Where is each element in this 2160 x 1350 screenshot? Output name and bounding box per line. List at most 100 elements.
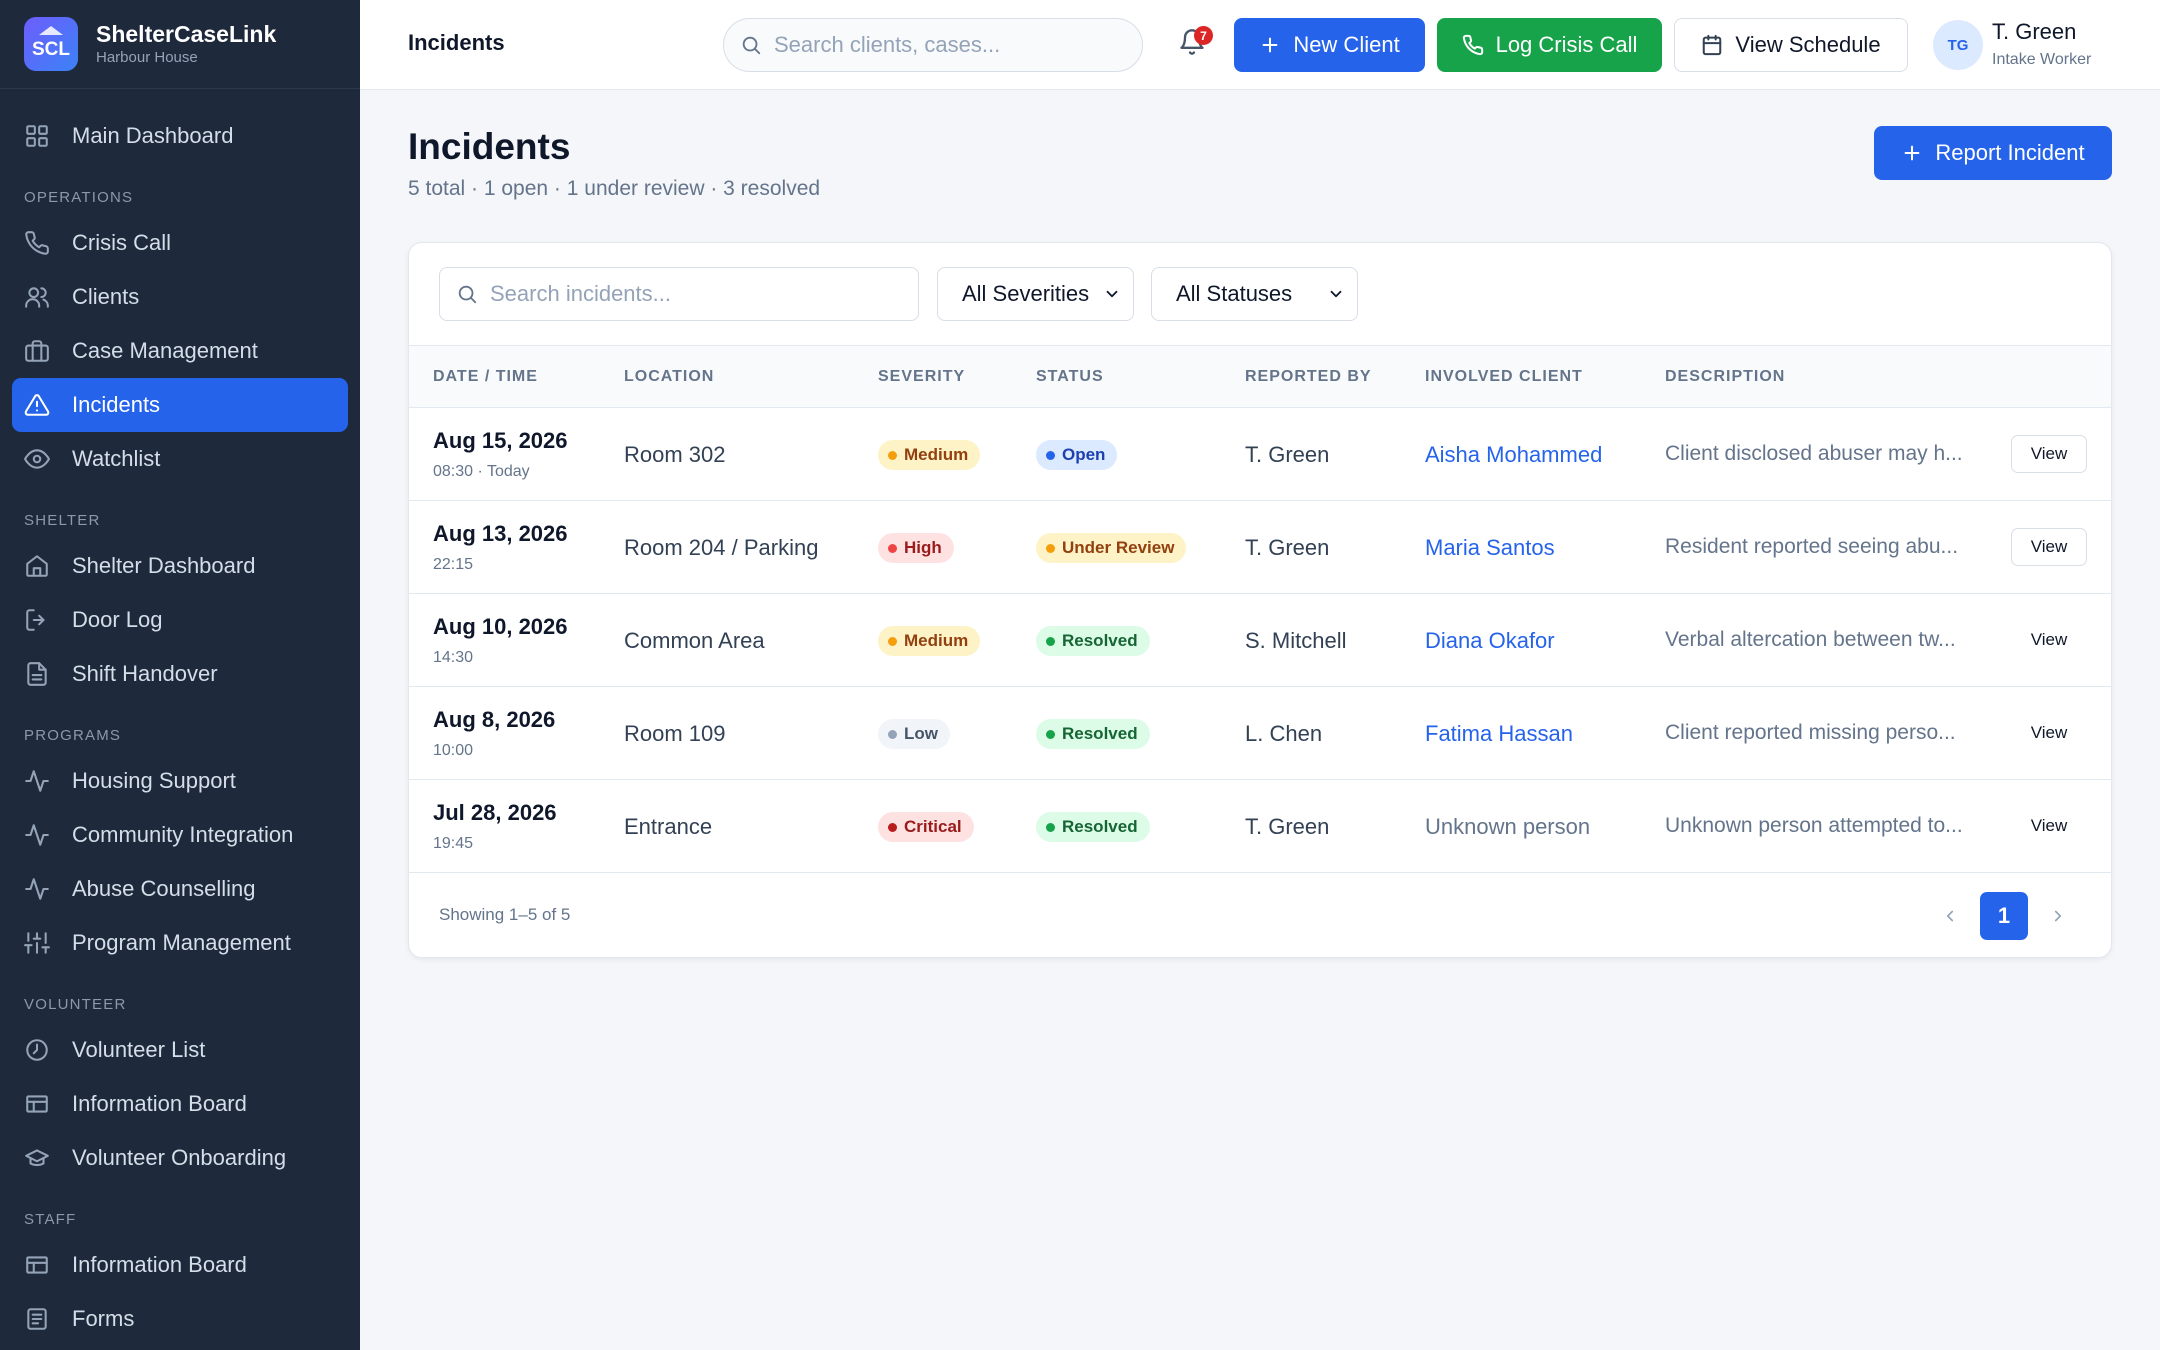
sidebar-item-volunteer-onboarding[interactable]: Volunteer Onboarding [12,1131,348,1185]
next-page-button[interactable] [2049,907,2067,925]
board-icon [24,1252,50,1278]
incident-time: 22:15 [433,556,474,573]
table-row[interactable]: Jul 28, 2026 19:45 Entrance Critical Resolve… [409,780,2111,873]
view-incident-button[interactable]: View [2011,621,2087,659]
sidebar-item-volunteer-list[interactable]: Volunteer List [12,1023,348,1077]
column-header-involved-client[interactable]: INVOLVED CLIENT [1425,368,1583,386]
sidebar-section-volunteer: VOLUNTEER [24,996,127,1013]
view-incident-button[interactable]: View [2011,714,2087,752]
involved-client-link[interactable]: Maria Santos [1425,535,1555,561]
view-incident-button[interactable]: View [2011,807,2087,845]
log-crisis-call-button[interactable]: Log Crisis Call [1437,18,1662,72]
sidebar-item-label: Case Management [72,338,258,363]
incident-description: Resident reported seeing abu... [1665,535,1959,558]
involved-client-link[interactable]: Diana Okafor [1425,628,1555,654]
sidebar-item-forms[interactable]: Forms [12,1292,348,1346]
brand-subtitle: Harbour House [96,49,198,66]
page-1-button[interactable]: 1 [1980,892,2028,940]
sidebar-item-label: Main Dashboard [72,123,234,148]
activity-icon [24,768,50,794]
sidebar-item-main-dashboard[interactable]: Main Dashboard [12,109,348,163]
sidebar-section-shelter: SHELTER [24,512,101,529]
prev-page-button[interactable] [1941,907,1959,925]
incident-date: Aug 15, 2026 [433,428,568,453]
sidebar-item-label: Incidents [72,392,161,417]
table-row[interactable]: Aug 8, 2026 10:00 Room 109 Low Resolved L. Ch… [409,687,2111,780]
sidebar-item-housing-support[interactable]: Housing Support [12,754,348,808]
severity-label: Medium [904,631,969,650]
sidebar-item-label: Forms [72,1306,135,1331]
table-row[interactable]: Aug 13, 2026 22:15 Room 204 / Parking High U… [409,501,2111,594]
severity-badge: High [878,533,954,563]
sidebar-item-information-board[interactable]: Information Board [12,1077,348,1131]
column-header-date-time[interactable]: DATE / TIME [433,368,538,386]
sidebar-item-shelter-dashboard[interactable]: Shelter Dashboard [12,539,348,593]
column-header-status[interactable]: STATUS [1036,368,1104,386]
sidebar-item-community-integration[interactable]: Community Integration [12,808,348,862]
sidebar-item-case-management[interactable]: Case Management [12,324,348,378]
status-filter-select[interactable]: All Statuses [1151,267,1358,321]
eye-icon [24,446,50,472]
status-dot [1046,822,1055,832]
report-incident-label: Report Incident [1935,140,2085,165]
status-filter-value: All Statuses [1176,281,1293,306]
incident-date: Aug 10, 2026 [433,614,568,639]
sidebar-item-incidents[interactable]: Incidents [12,378,348,432]
incident-date: Aug 8, 2026 [433,707,556,732]
sidebar-item-label: Crisis Call [72,230,171,255]
brand[interactable]: SCL ShelterCaseLink Harbour House [0,0,360,89]
view-incident-button[interactable]: View [2011,528,2087,566]
sidebar-item-label: Clients [72,284,140,309]
log-crisis-call-label: Log Crisis Call [1495,32,1638,57]
sidebar-item-program-management[interactable]: Program Management [12,916,348,970]
incident-time: 19:45 [433,835,474,852]
report-incident-button[interactable]: Report Incident [1874,126,2112,180]
sidebar-item-door-log[interactable]: Door Log [12,593,348,647]
table-row[interactable]: Aug 15, 2026 08:30 · Today Room 302 Medium O… [409,408,2111,501]
sidebar-item-abuse-counselling[interactable]: Abuse Counselling [12,862,348,916]
involved-client-link[interactable]: Fatima Hassan [1425,721,1573,747]
page-subtitle: 5 total · 1 open · 1 under review · 3 re… [408,177,821,200]
sidebar-item-label: Program Management [72,930,291,955]
view-incident-button[interactable]: View [2011,435,2087,473]
sidebar-item-label: Volunteer Onboarding [72,1145,287,1170]
notifications-button[interactable]: 7 [1178,26,1213,62]
sidebar-item-clients[interactable]: Clients [12,270,348,324]
incident-location: Entrance [624,814,713,839]
users-icon [24,284,50,310]
new-client-button[interactable]: New Client [1234,18,1425,72]
incident-search-input[interactable] [490,281,910,307]
column-header-location[interactable]: LOCATION [624,368,714,386]
severity-badge: Low [878,719,950,749]
view-schedule-button[interactable]: View Schedule [1674,18,1908,72]
incident-search[interactable] [439,267,919,321]
severity-filter-select[interactable]: All Severities [937,267,1134,321]
view-schedule-label: View Schedule [1735,32,1881,57]
chevron-left-icon [1946,910,1954,922]
incident-location: Common Area [624,628,765,653]
clock-icon [24,1037,50,1063]
briefcase-icon [24,338,50,364]
brand-logo-text: SCL [32,39,70,60]
sidebar-item-crisis-call[interactable]: Crisis Call [12,216,348,270]
pagination: Showing 1–5 of 5 1 [409,873,2111,957]
sidebar: SCL ShelterCaseLink Harbour House Main D… [0,0,360,1350]
column-header-severity[interactable]: SEVERITY [878,368,965,386]
global-search-input[interactable] [774,32,1114,58]
incident-description: Unknown person attempted to... [1665,814,1963,837]
column-header-description[interactable]: DESCRIPTION [1665,368,1785,386]
involved-client-link[interactable]: Aisha Mohammed [1425,442,1602,468]
table-row[interactable]: Aug 10, 2026 14:30 Common Area Medium Resolv… [409,594,2111,687]
sidebar-item-shift-handover[interactable]: Shift Handover [12,647,348,701]
form-icon [24,1306,50,1332]
search-icon [742,36,761,55]
activity-icon [24,822,50,848]
phone-icon [24,230,50,256]
status-badge: Resolved [1036,626,1150,656]
column-header-reported-by[interactable]: REPORTED BY [1245,368,1372,386]
incident-time: 10:00 [433,742,474,759]
user-avatar[interactable]: TG [1933,20,1983,70]
global-search[interactable] [723,18,1143,72]
sidebar-item-watchlist[interactable]: Watchlist [12,432,348,486]
sidebar-item-information-board[interactable]: Information Board [12,1238,348,1292]
